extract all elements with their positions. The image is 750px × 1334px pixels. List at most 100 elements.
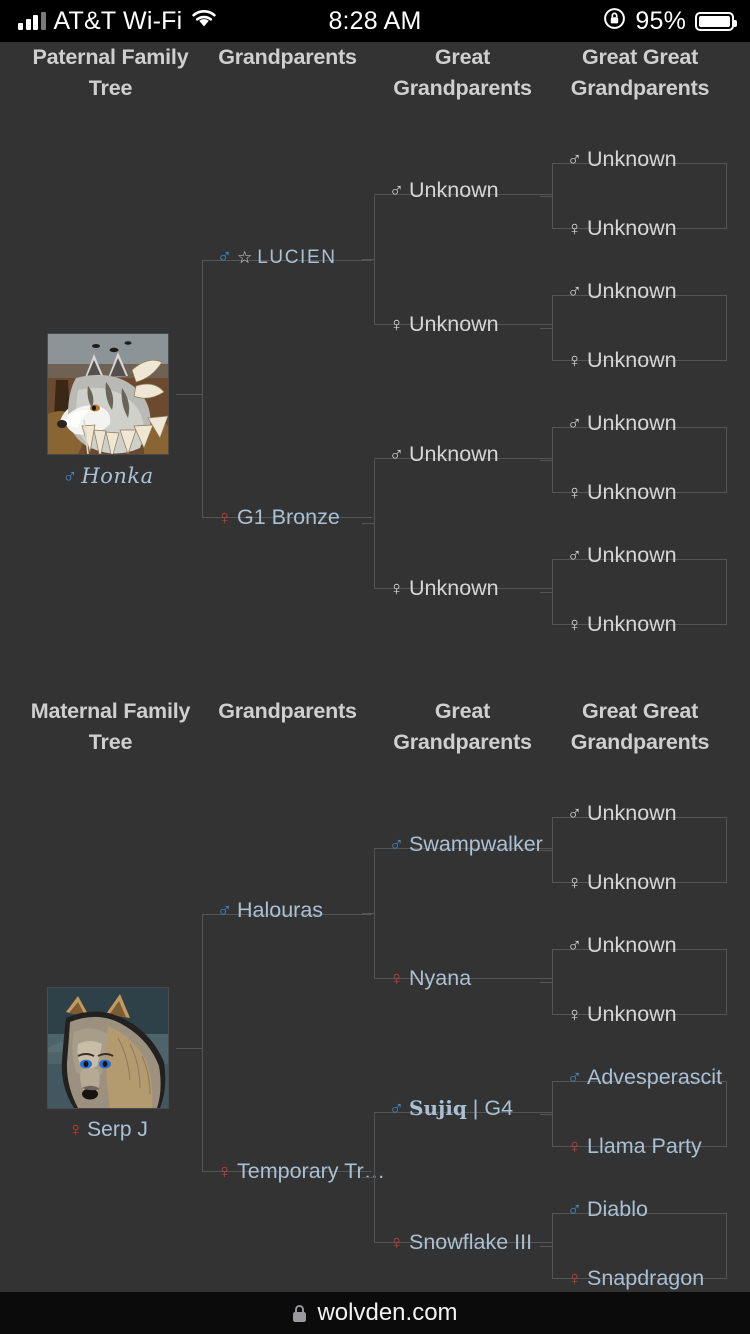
rotation-lock-icon bbox=[603, 7, 626, 35]
maternal-subject-portrait[interactable] bbox=[47, 987, 169, 1109]
star-icon: ☆ bbox=[237, 248, 253, 267]
paternal-col-header-3: Great Great Grandparents bbox=[570, 45, 710, 100]
maternal-gggp-4-father-name: Diablo bbox=[587, 1197, 648, 1221]
maternal-grandparent-father[interactable]: ♂ Halouras bbox=[217, 899, 323, 922]
maternal-family-tree-section: Maternal Family Tree Grandparents Great … bbox=[0, 696, 750, 1292]
maternal-gggp-2-father-name: Unknown bbox=[587, 933, 677, 957]
browser-url-bar[interactable]: wolvden.com bbox=[0, 1292, 750, 1334]
maternal-gggp-1-father-name: Unknown bbox=[587, 801, 677, 825]
maternal-gggp-4-mother[interactable]: ♀ Snapdragon bbox=[567, 1267, 704, 1290]
maternal-subject-name-text: Serp J bbox=[87, 1118, 148, 1141]
paternal-subject-name: ♂ Honka bbox=[43, 464, 173, 489]
maternal-gggp-pair-1: ♂ Unknown ♀ Unknown bbox=[552, 802, 727, 893]
paternal-gggp-3-father[interactable]: ♂ Unknown bbox=[567, 412, 677, 435]
maternal-ggp-1-mother-name: Nyana bbox=[409, 965, 472, 990]
maternal-ggp-2-father[interactable]: ♂ Sujiq | G4 bbox=[389, 1096, 514, 1120]
connector-paternal-gggp-1 bbox=[540, 196, 552, 197]
paternal-gggp-3-mother-name: Unknown bbox=[587, 479, 677, 504]
maternal-great-grandparents-pair-1: ♂ Swampwalker ♀ Nyana bbox=[374, 833, 552, 989]
maternal-ggp-1-mother[interactable]: ♀ Nyana bbox=[389, 965, 472, 990]
maternal-gggp-1-father[interactable]: ♂ Unknown bbox=[567, 801, 677, 825]
maternal-col-header-0: Maternal Family Tree bbox=[30, 699, 191, 754]
paternal-gggp-2-mother-name: Unknown bbox=[587, 347, 677, 372]
connector-maternal-gggp-1 bbox=[540, 850, 552, 851]
paternal-col-header-2: Great Grandparents bbox=[393, 45, 532, 100]
battery-icon bbox=[695, 11, 737, 31]
paternal-subject[interactable]: ♂ Honka bbox=[43, 333, 173, 489]
maternal-gggp-2-father[interactable]: ♂ Unknown bbox=[567, 933, 677, 957]
maternal-gggp-4-father[interactable]: ♂ Diablo bbox=[567, 1197, 648, 1221]
male-symbol-icon: ♂ bbox=[217, 900, 232, 922]
maternal-ggp-2-father-suffix: | G4 bbox=[472, 1096, 514, 1120]
paternal-ggp-1-father-name: Unknown bbox=[409, 178, 499, 202]
maternal-gggp-1-mother[interactable]: ♀ Unknown bbox=[567, 871, 677, 894]
paternal-ggp-2-father[interactable]: ♂ Unknown bbox=[389, 443, 499, 466]
maternal-subject[interactable]: ♀ Serp J bbox=[43, 987, 173, 1142]
paternal-grandparents-pair: ♂ ☆ LUCIEN ♀ G1 Bronze bbox=[202, 247, 372, 528]
maternal-great-grandparents-pair-2: ♂ Sujiq | G4 ♀ Snowflake III bbox=[374, 1097, 552, 1253]
maternal-gggp-2-mother[interactable]: ♀ Unknown bbox=[567, 1001, 677, 1026]
status-bar: AT&T Wi-Fi 8:28 AM 95% bbox=[0, 0, 750, 42]
connector-paternal-gggp-4 bbox=[540, 592, 552, 593]
paternal-gggp-1-father-name: Unknown bbox=[587, 147, 677, 171]
paternal-subject-portrait[interactable] bbox=[47, 333, 169, 455]
family-tree-page: Paternal Family Tree Grandparents Great … bbox=[0, 42, 750, 1292]
male-symbol-icon: ♂ bbox=[567, 935, 582, 957]
maternal-grandparent-mother-name: Temporary Tr… bbox=[237, 1158, 386, 1183]
paternal-grandparent-mother[interactable]: ♀ G1 Bronze bbox=[217, 506, 340, 529]
paternal-ggp-1-father[interactable]: ♂ Unknown bbox=[389, 178, 499, 202]
male-symbol-icon: ♂ bbox=[567, 413, 582, 435]
male-symbol-icon: ♂ bbox=[62, 466, 78, 488]
maternal-gggp-pair-3: ♂ Advesperascit ♀ Llama Party bbox=[552, 1066, 727, 1157]
female-symbol-icon: ♀ bbox=[567, 217, 582, 240]
male-symbol-icon: ♂ bbox=[567, 149, 582, 171]
paternal-gggp-2-father[interactable]: ♂ Unknown bbox=[567, 279, 677, 303]
maternal-grandparents-pair: ♂ Halouras ♀ Temporary Tr… bbox=[202, 899, 385, 1182]
maternal-gggp-3-father[interactable]: ♂ Advesperascit bbox=[567, 1065, 723, 1089]
maternal-grandparent-mother[interactable]: ♀ Temporary Tr… bbox=[217, 1158, 386, 1183]
female-symbol-icon: ♀ bbox=[217, 506, 232, 529]
maternal-ggp-2-mother[interactable]: ♀ Snowflake III bbox=[389, 1231, 532, 1254]
status-bar-right: 95% bbox=[603, 0, 737, 42]
paternal-gggp-2-father-name: Unknown bbox=[587, 279, 677, 303]
paternal-gggp-4-mother[interactable]: ♀ Unknown bbox=[567, 613, 677, 636]
female-symbol-icon: ♀ bbox=[567, 613, 582, 636]
paternal-gggp-4-father[interactable]: ♂ Unknown bbox=[567, 543, 677, 567]
paternal-gggp-4-father-name: Unknown bbox=[587, 543, 677, 567]
male-symbol-icon: ♂ bbox=[567, 803, 582, 825]
maternal-subject-name: ♀ Serp J bbox=[43, 1118, 173, 1142]
connector-maternal-ggp-1 bbox=[362, 913, 374, 914]
maternal-gggp-3-father-name: Advesperascit bbox=[587, 1065, 723, 1089]
paternal-grandparent-father[interactable]: ♂ ☆ LUCIEN bbox=[217, 246, 337, 268]
connector-paternal-ggp-2 bbox=[362, 523, 374, 524]
phone-screen: AT&T Wi-Fi 8:28 AM 95% Paternal Family T… bbox=[0, 0, 750, 1334]
male-symbol-icon: ♂ bbox=[217, 246, 232, 268]
paternal-gggp-pair-3: ♂ Unknown ♀ Unknown bbox=[552, 412, 727, 503]
female-symbol-icon: ♀ bbox=[567, 1135, 582, 1158]
male-symbol-icon: ♂ bbox=[389, 444, 404, 466]
connector-maternal-gggp-4 bbox=[540, 1246, 552, 1247]
maternal-gggp-2-mother-name: Unknown bbox=[587, 1001, 677, 1026]
female-symbol-icon: ♀ bbox=[68, 1119, 84, 1141]
url-text: wolvden.com bbox=[317, 1299, 458, 1326]
female-symbol-icon: ♀ bbox=[567, 481, 582, 504]
paternal-ggp-2-mother-name: Unknown bbox=[409, 575, 499, 600]
maternal-ggp-2-father-name: Sujiq bbox=[409, 1096, 467, 1120]
paternal-gggp-2-mother[interactable]: ♀ Unknown bbox=[567, 347, 677, 372]
connector-maternal-ggp-2 bbox=[362, 1177, 374, 1178]
paternal-gggp-1-mother[interactable]: ♀ Unknown bbox=[567, 217, 677, 240]
paternal-gggp-pair-2: ♂ Unknown ♀ Unknown bbox=[552, 280, 727, 371]
female-symbol-icon: ♀ bbox=[389, 967, 404, 990]
connector-paternal-gggp-3 bbox=[540, 460, 552, 461]
maternal-gggp-3-mother[interactable]: ♀ Llama Party bbox=[567, 1135, 702, 1158]
maternal-ggp-1-father[interactable]: ♂ Swampwalker bbox=[389, 833, 543, 856]
paternal-ggp-1-mother[interactable]: ♀ Unknown bbox=[389, 313, 499, 336]
paternal-ggp-2-mother[interactable]: ♀ Unknown bbox=[389, 575, 499, 600]
male-symbol-icon: ♂ bbox=[389, 1098, 404, 1120]
lock-icon bbox=[292, 1304, 307, 1323]
paternal-gggp-3-mother[interactable]: ♀ Unknown bbox=[567, 479, 677, 504]
male-symbol-icon: ♂ bbox=[389, 834, 404, 856]
paternal-gggp-1-father[interactable]: ♂ Unknown bbox=[567, 147, 677, 171]
maternal-gggp-pair-2: ♂ Unknown ♀ Unknown bbox=[552, 934, 727, 1025]
male-symbol-icon: ♂ bbox=[567, 281, 582, 303]
